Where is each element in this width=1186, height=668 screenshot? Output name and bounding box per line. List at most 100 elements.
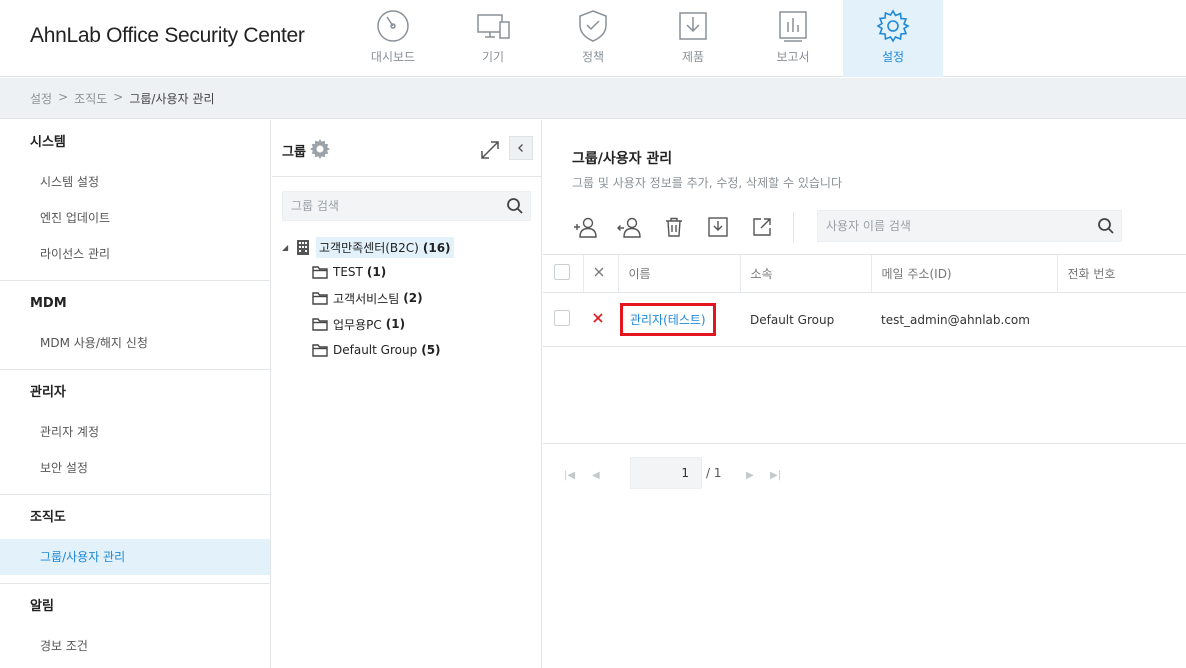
table-header-row: 이름 소속 메일 주소(ID) 전화 번호 [543,254,1186,293]
tree-node-label: 고객만족센터(B2C) [319,240,419,255]
page-subtitle: 그룹 및 사용자 정보를 추가, 수정, 삭제할 수 있습니다 [572,176,842,190]
row-email-cell: test_admin@ahnlab.com [871,292,1057,347]
sidebar-section-admin: 관리자 관리자 계정 보안 설정 [0,370,270,495]
last-page-button[interactable]: ▶| [770,470,781,481]
main-nav: 대시보드 기기 정책 제품 보고서 설정 [343,0,943,77]
group-panel-header: 그룹 [272,120,541,177]
sidebar-item-alert-conditions[interactable]: 경보 조건 [0,628,270,664]
first-page-button[interactable]: |◀ [564,470,575,481]
move-user-icon [617,217,641,238]
sidebar-item-group-user[interactable]: 그룹/사용자 관리 [0,539,270,575]
table-row[interactable]: 관리자(테스트) Default Group test_admin@ahnlab… [543,292,1186,347]
tree-node-customer-service[interactable]: 고객서비스팀 (2) [312,285,532,311]
prev-page-button[interactable]: ◀ [592,470,600,481]
nav-products[interactable]: 제품 [643,0,743,77]
download-box-icon [679,12,707,40]
expand-icon[interactable] [479,139,501,161]
tree-expand-toggle-icon[interactable]: ◢ [282,243,294,252]
tree-children: TEST (1) 고객서비스팀 (2) 업무용PC (1) Default Group… [312,259,532,363]
sidebar-item-security-settings[interactable]: 보안 설정 [0,450,270,486]
collapse-panel-button[interactable] [509,136,533,160]
import-button[interactable] [705,215,731,239]
group-panel-title: 그룹 [282,145,306,160]
chevron-left-icon [518,144,523,152]
breadcrumb-item-settings[interactable]: 설정 [30,90,52,107]
column-header-phone[interactable]: 전화 번호 [1057,254,1186,293]
page-title: 그룹/사용자 관리 [572,151,673,167]
nav-label: 대시보드 [370,50,416,64]
user-table: 이름 소속 메일 주소(ID) 전화 번호 관리자(테스트) Default G… [543,254,1186,347]
nav-devices[interactable]: 기기 [443,0,543,77]
column-header-group[interactable]: 소속 [740,254,872,293]
page-number-input[interactable] [630,457,702,489]
row-checkbox[interactable] [554,310,570,326]
folder-icon [312,344,328,357]
select-all-checkbox[interactable] [554,264,570,280]
next-page-button[interactable]: ▶ [746,470,754,481]
folder-icon [312,292,328,305]
column-header-name[interactable]: 이름 [618,254,741,293]
sidebar-item-system-settings[interactable]: 시스템 설정 [0,164,270,200]
row-phone-cell [1057,292,1186,347]
nav-reports[interactable]: 보고서 [743,0,843,77]
user-search-input[interactable] [818,211,1088,241]
nav-settings[interactable]: 설정 [843,0,943,77]
tree-root-node[interactable]: ◢ 고객만족센터(B2C) (16) [282,235,532,259]
sidebar-section-alerts: 알림 경보 조건 [0,584,270,668]
user-name-link[interactable]: 관리자(테스트) [620,303,716,336]
group-search-input[interactable] [283,192,493,220]
sidebar-section-title: 시스템 [30,135,66,150]
tree-node-count: (5) [421,343,441,357]
sidebar-item-license[interactable]: 라이선스 관리 [0,236,270,272]
delete-user-button[interactable] [661,215,687,239]
add-user-button[interactable] [573,215,599,239]
nav-label: 기기 [481,50,505,64]
add-user-icon [574,217,597,238]
sidebar-item-admin-account[interactable]: 관리자 계정 [0,414,270,450]
breadcrumb-separator: > [113,90,124,104]
nav-label: 설정 [881,50,905,64]
tree-node-count: (1) [385,317,406,331]
row-status-cell [583,292,618,347]
select-all-cell [543,254,584,293]
breadcrumb-bar: 설정 > 조직도 > 그룹/사용자 관리 [0,78,1186,119]
tree-node-count: (16) [422,240,451,255]
sidebar-section-title: MDM [30,296,67,311]
breadcrumb: 설정 > 조직도 > 그룹/사용자 관리 [30,90,214,107]
page-total: / 1 [706,466,722,480]
user-toolbar [573,215,775,239]
search-icon[interactable] [1097,217,1115,235]
close-icon [593,313,603,323]
column-header-email[interactable]: 메일 주소(ID) [871,254,1058,293]
sidebar-section-system: 시스템 시스템 설정 엔진 업데이트 라이선스 관리 [0,120,270,281]
tree-root-label[interactable]: 고객만족센터(B2C) (16) [316,236,454,258]
sidebar-item-mdm-apply[interactable]: MDM 사용/해지 신청 [0,325,270,361]
app-logo[interactable]: AhnLab Office Security Center [30,24,305,48]
move-user-button[interactable] [617,215,643,239]
search-icon[interactable] [506,197,524,215]
folder-icon [312,266,328,279]
export-button[interactable] [749,215,775,239]
tree-node-label: 업무용PC [333,317,382,332]
sidebar-section-mdm: MDM MDM 사용/해지 신청 [0,281,270,370]
import-icon [708,217,728,237]
nav-label: 보고서 [776,50,810,64]
tree-node-count: (2) [403,291,423,305]
gear-icon[interactable] [309,138,331,160]
breadcrumb-separator: > [58,90,69,104]
tree-node-label: TEST [333,265,363,279]
tree-node-label: 고객서비스팀 [333,291,400,306]
nav-dashboard[interactable]: 대시보드 [343,0,443,77]
row-select-cell [543,292,583,347]
sidebar-item-engine-update[interactable]: 엔진 업데이트 [0,200,270,236]
tree-node-default-group[interactable]: Default Group (5) [312,337,532,363]
group-search [282,191,531,221]
breadcrumb-item-orgchart[interactable]: 조직도 [74,90,107,107]
sidebar: 시스템 시스템 설정 엔진 업데이트 라이선스 관리 MDM MDM 사용/해지… [0,120,271,668]
tree-node-work-pc[interactable]: 업무용PC (1) [312,311,532,337]
group-panel: 그룹 ◢ 고객만족센터(B2C)(16) TEST(1) 고객서비스팀(2) [272,120,542,668]
tree-node-test[interactable]: TEST (1) [312,259,532,285]
nav-policy[interactable]: 정책 [543,0,643,77]
user-search [817,210,1122,242]
export-icon [753,218,771,236]
